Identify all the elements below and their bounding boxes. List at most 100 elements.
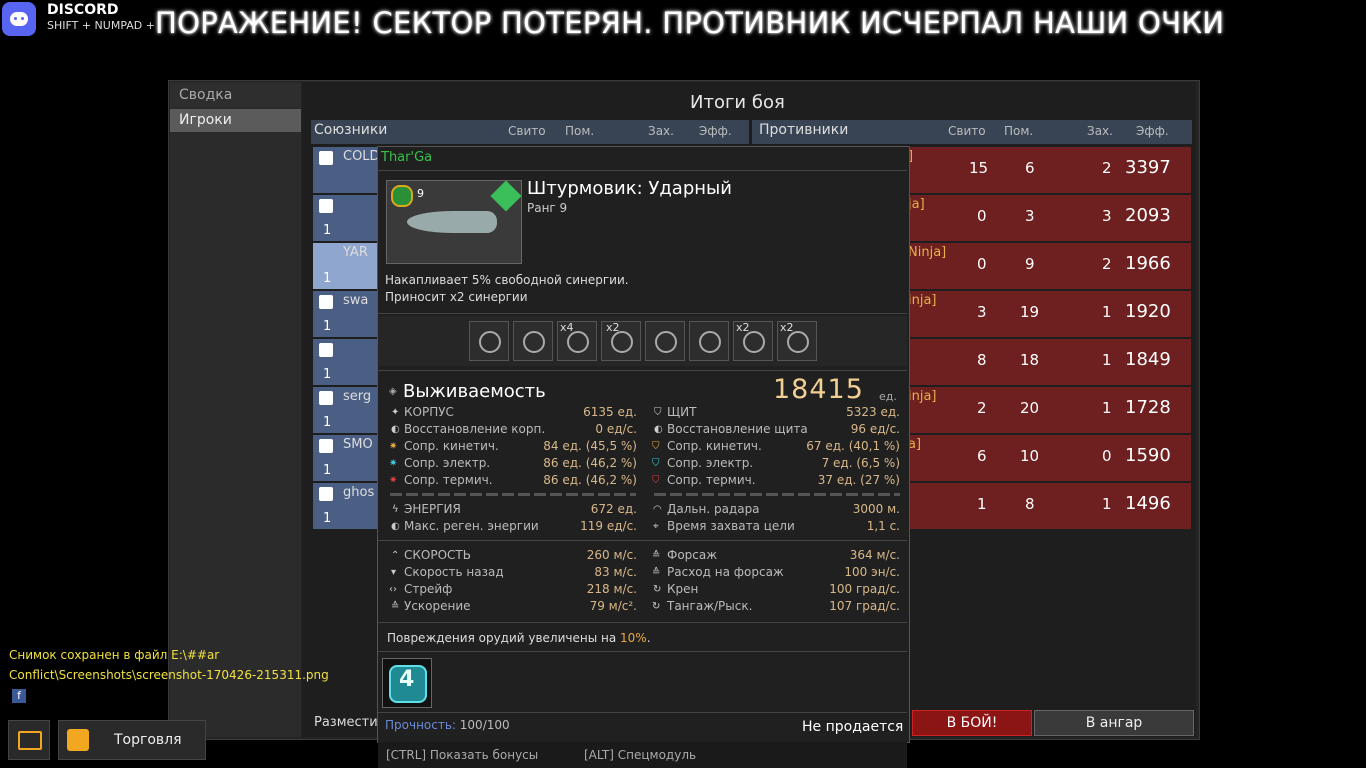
stat-label: КОРПУС xyxy=(404,405,454,419)
enemy-eff: 1966 xyxy=(1125,253,1171,274)
module-mult: x2 xyxy=(736,321,750,334)
enemies-col-eff[interactable]: Эфф. xyxy=(1136,124,1169,138)
like-icon[interactable] xyxy=(319,199,333,213)
enemies-col-assists[interactable]: Пом. xyxy=(1004,124,1033,138)
stat-value: 218 м/с. xyxy=(586,582,637,596)
enemy-kills: 0 xyxy=(977,207,987,225)
survivability-unit: ед. xyxy=(879,390,897,403)
enemies-col-caps[interactable]: Зах. xyxy=(1087,124,1113,138)
electric-icon: ⛉ xyxy=(652,458,660,469)
ship-class-icon xyxy=(490,180,522,212)
like-icon[interactable] xyxy=(319,487,333,501)
stat-value: 6135 ед. xyxy=(583,405,637,419)
player-num: 1 xyxy=(323,415,332,430)
enemy-assists: 3 xyxy=(1025,207,1035,225)
enemy-row[interactable]: ja] 0 3 3 2093 xyxy=(908,195,1191,241)
stat-label: Макс. реген. энергии xyxy=(404,519,539,533)
allies-col-eff[interactable]: Эфф. xyxy=(699,124,732,138)
enemy-caps: 2 xyxy=(1102,159,1112,177)
shield-icon xyxy=(689,321,729,361)
enemy-row[interactable]: 8 18 1 1849 xyxy=(908,339,1191,385)
enemy-kills: 8 xyxy=(977,351,987,369)
enemy-tag: inja] xyxy=(908,293,937,308)
enemy-eff: 1590 xyxy=(1125,445,1171,466)
allies-col-assists[interactable]: Пом. xyxy=(565,124,594,138)
stat-value: 7 ед. (6,5 %) xyxy=(821,456,900,470)
gear-icon: x4 xyxy=(557,321,597,361)
durability: Прочность: 100/100 xyxy=(385,718,510,732)
player-name: YAR xyxy=(343,245,368,260)
stat-label: ЭНЕРГИЯ xyxy=(404,502,461,516)
enemies-col-kills[interactable]: Свито xyxy=(948,124,986,138)
enemy-kills: 6 xyxy=(977,447,987,465)
allies-col-kills[interactable]: Свито xyxy=(508,124,546,138)
rank-badge: 9 xyxy=(417,187,424,200)
enemy-caps: 1 xyxy=(1102,495,1112,513)
player-num: 1 xyxy=(323,319,332,334)
like-icon[interactable] xyxy=(319,295,333,309)
player-name: COLD xyxy=(343,149,380,164)
player-name: serg xyxy=(343,389,372,404)
enemy-assists: 8 xyxy=(1025,495,1035,513)
enemy-row[interactable]: inja] 2 20 1 1728 xyxy=(908,387,1191,433)
stat-label: Сопр. термич. xyxy=(667,473,756,487)
enemy-kills: 2 xyxy=(977,399,987,417)
like-icon[interactable] xyxy=(319,151,333,165)
stat-label: Ускорение xyxy=(404,599,471,613)
divider xyxy=(378,170,907,171)
stat-value: 84 ед. (45,5 %) xyxy=(543,439,637,453)
ship-desc-2: Приносит x2 синергии xyxy=(385,290,528,304)
facebook-icon[interactable]: f xyxy=(12,688,26,703)
player-num: 1 xyxy=(323,463,332,478)
chat-icon xyxy=(18,731,42,750)
like-icon[interactable] xyxy=(319,343,333,357)
tooltip-owner-name: Thar'Ga xyxy=(381,150,433,165)
chat-button[interactable] xyxy=(8,720,50,760)
module-mult: x4 xyxy=(560,321,574,334)
survivability-value: 18415 xyxy=(773,374,864,405)
enemy-row[interactable]: Ninja] 0 9 2 1966 xyxy=(908,243,1191,289)
lock-time-icon: ⌖ xyxy=(653,521,659,532)
enemy-row[interactable]: a] 6 10 0 1590 xyxy=(908,435,1191,481)
stat-label: Стрейф xyxy=(404,582,453,596)
stat-label: Скорость назад xyxy=(404,565,504,579)
enemy-eff: 1728 xyxy=(1125,397,1171,418)
target-icon: x2 xyxy=(777,321,817,361)
trade-button[interactable]: Торговля xyxy=(58,720,206,760)
stat-value: 364 м/с. xyxy=(849,548,900,562)
enemy-assists: 6 xyxy=(1025,159,1035,177)
not-for-sale-label: Не продается xyxy=(802,719,904,735)
to-battle-button[interactable]: В БОЙ! xyxy=(912,710,1032,736)
trade-icon xyxy=(67,729,89,751)
allies-col-caps[interactable]: Зах. xyxy=(648,124,674,138)
stat-value: 0 ед/с. xyxy=(595,422,637,436)
module-mult: x2 xyxy=(780,321,794,334)
player-num: 1 xyxy=(323,271,332,286)
plus-icon: x2 xyxy=(733,321,773,361)
divider xyxy=(654,493,900,496)
missile-icon xyxy=(513,321,553,361)
player-num: 1 xyxy=(323,223,332,238)
nav-item-summary[interactable]: Сводка xyxy=(170,84,301,107)
stat-value: 37 ед. (27 %) xyxy=(817,473,900,487)
like-icon[interactable] xyxy=(319,439,333,453)
enemy-row[interactable]: inja] 3 19 1 1920 xyxy=(908,291,1191,337)
stat-value: 100 эн/с. xyxy=(844,565,900,579)
stat-value: 107 град/с. xyxy=(829,599,900,613)
like-icon[interactable] xyxy=(319,391,333,405)
stat-label: ЩИТ xyxy=(667,405,697,419)
stat-value: 100 град/с. xyxy=(829,582,900,596)
enemy-tag: Ninja] xyxy=(908,245,947,260)
defeat-banner: ПОРАЖЕНИЕ! СЕКТОР ПОТЕРЯН. ПРОТИВНИК ИСЧ… xyxy=(155,6,1225,40)
enemy-row[interactable]: ] 15 6 2 3397 xyxy=(908,147,1191,193)
thermal-icon: ✷ xyxy=(389,475,398,486)
hull-icon: ✦ xyxy=(391,407,400,418)
stat-value: 96 ед/с. xyxy=(850,422,900,436)
nav-item-players[interactable]: Игроки xyxy=(170,109,301,132)
stat-value: 83 м/с. xyxy=(594,565,637,579)
energy-icon: ϟ xyxy=(392,504,399,515)
enemy-row[interactable]: 1 8 1 1496 xyxy=(908,483,1191,529)
bonus-pct: 10% xyxy=(620,631,647,645)
to-hangar-button[interactable]: В ангар xyxy=(1034,710,1194,736)
enemy-caps: 1 xyxy=(1102,399,1112,417)
